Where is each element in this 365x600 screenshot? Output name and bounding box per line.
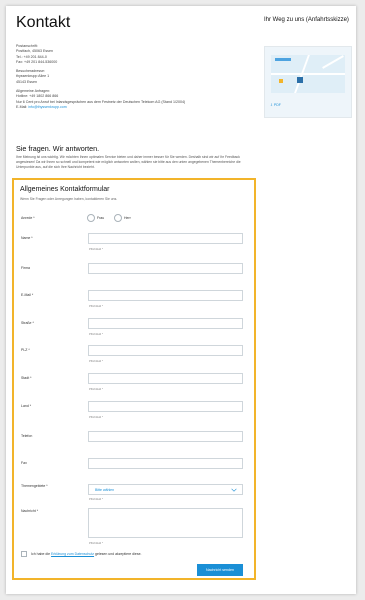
page: Kontakt Postanschrift: Postfach, 45063 E… <box>6 6 356 594</box>
field-hint: Pflichtfeld * <box>89 359 103 363</box>
directions-title: Ihr Weg zu uns (Anfahrtsskizze) <box>264 17 349 23</box>
address-block: Postanschrift: Postfach, 45063 Essen Tel… <box>16 44 246 114</box>
visitor-address: Besucheradresse: thyssenkrupp Allee 1 45… <box>16 69 246 85</box>
email-line: E-Mail: info@thyssenkrupp.com <box>16 105 246 110</box>
message-hint: Pflichtfeld * <box>89 541 103 545</box>
message-textarea[interactable] <box>88 508 243 538</box>
map-thumbnail[interactable] <box>271 55 345 93</box>
message-label: Nachricht * <box>21 509 39 513</box>
field-label: Stadt * <box>21 376 32 380</box>
topic-label: Themengebiete * <box>21 484 48 488</box>
consent-checkbox[interactable] <box>21 551 27 557</box>
field-label: Fax <box>21 461 27 465</box>
postal-address: Postanschrift: Postfach, 45063 Essen Tel… <box>16 44 246 65</box>
field-input[interactable] <box>88 458 243 469</box>
consent-post: gelesen und akzeptiere diese. <box>94 552 142 556</box>
field-label: Firma <box>21 266 30 270</box>
field-input[interactable] <box>88 401 243 412</box>
field-label: E-Mail * <box>21 293 34 297</box>
consent-text: Ich habe die Erklärung zum Datenschutz g… <box>31 552 142 556</box>
field-label: PLZ * <box>21 348 30 352</box>
page-title: Kontakt <box>16 14 71 31</box>
general-inquiries: Allgemeine Anfragen: Hotline: +49 1802 8… <box>16 89 246 110</box>
topic-select[interactable]: Bitte wählen <box>88 484 243 495</box>
field-input[interactable] <box>88 431 243 442</box>
field-hint: Pflichtfeld * <box>89 415 103 419</box>
field-hint: Pflichtfeld * <box>89 387 103 391</box>
field-hint: Pflichtfeld * <box>89 247 103 251</box>
section-intro: Ihre Meinung ist uns wichtig. Wir möchte… <box>16 155 241 169</box>
email-link[interactable]: info@thyssenkrupp.com <box>28 105 67 109</box>
field-label: Land * <box>21 404 32 408</box>
topic-select-value: Bitte wählen <box>95 488 115 492</box>
privacy-link[interactable]: Erklärung zum Datenschutz <box>51 552 94 556</box>
email-label: E-Mail: <box>16 104 28 109</box>
form-title: Allgemeines Kontaktformular <box>20 186 110 193</box>
field-input[interactable] <box>88 373 243 384</box>
radio-herr-label: Herr <box>124 216 131 220</box>
field-input[interactable] <box>88 263 243 274</box>
field-hint: Pflichtfeld * <box>89 332 103 336</box>
topic-hint: Pflichtfeld * <box>89 497 103 501</box>
radio-frau-label: Frau <box>97 216 105 220</box>
consent-pre: Ich habe die <box>31 552 52 556</box>
field-input[interactable] <box>88 233 243 244</box>
directions-box: ⇩ PDF <box>264 46 352 118</box>
contact-form: Allgemeines Kontaktformular Wenn Sie Fra… <box>12 178 256 580</box>
field-label: Name * <box>21 236 33 240</box>
visitor-city: 45143 Essen <box>16 79 37 84</box>
radio-herr[interactable] <box>114 214 122 222</box>
pdf-link[interactable]: ⇩ PDF <box>270 103 281 107</box>
field-label: Straße * <box>21 321 34 325</box>
field-input[interactable] <box>88 345 243 356</box>
field-label: Telefon <box>21 434 33 438</box>
pdf-label: PDF <box>273 103 281 107</box>
radio-frau[interactable] <box>87 214 95 222</box>
fax: Fax: +49 201 844-536000 <box>16 59 58 64</box>
submit-button[interactable]: Nachricht senden <box>197 564 243 576</box>
chevron-down-icon <box>231 488 237 492</box>
anrede-label: Anrede * <box>21 216 35 220</box>
field-hint: Pflichtfeld * <box>89 304 103 308</box>
field-input[interactable] <box>88 290 243 301</box>
field-input[interactable] <box>88 318 243 329</box>
form-subtitle: Wenn Sie Fragen oder Anregungen haben, k… <box>20 197 118 201</box>
section-title: Sie fragen. Wir antworten. <box>16 144 100 153</box>
